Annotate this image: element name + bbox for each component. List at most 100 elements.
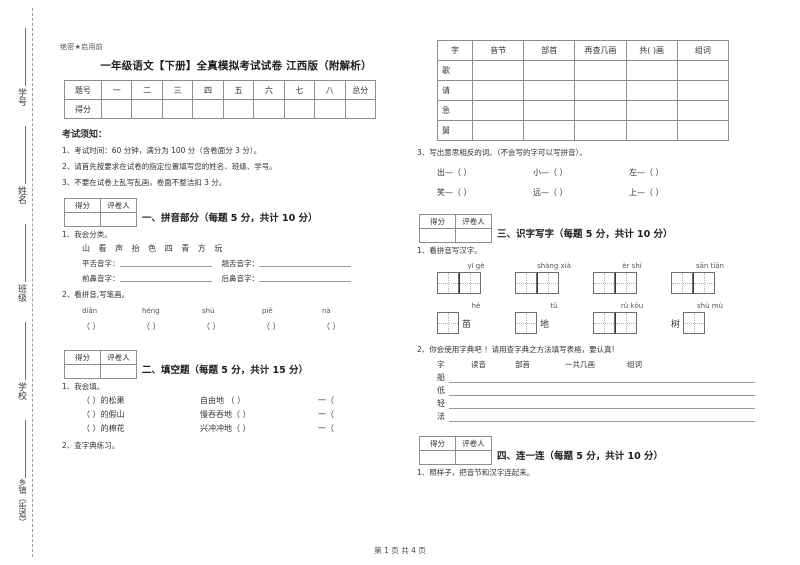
defen-input[interactable] <box>64 364 101 379</box>
antonym-shang[interactable]: 上—（ ） <box>629 187 725 198</box>
lookup-cell[interactable] <box>523 60 576 81</box>
table-row: 急 <box>437 100 730 121</box>
lookup-cell[interactable] <box>523 80 576 101</box>
s3-r1-grid-2[interactable] <box>515 272 593 296</box>
s2-q1-r3-right[interactable]: 一（ <box>318 423 358 434</box>
s2-q1-r2-mid[interactable]: 慢吞吞地（ ） <box>200 409 318 420</box>
lookup-cell[interactable] <box>574 80 627 101</box>
dict-char-fa: 法 <box>437 412 445 421</box>
defen-input[interactable] <box>419 228 456 243</box>
s3-r1-grid-4[interactable] <box>671 272 749 296</box>
left-column: 绝密★启用前 一年级语文【下册】全真模拟考试试卷 江西版（附解析） 题号 一 二… <box>60 0 400 454</box>
tianzige[interactable] <box>683 312 706 334</box>
s1-q2-answer-4[interactable]: （ ） <box>262 321 322 332</box>
s3-r2-grid-4[interactable]: 树 <box>671 312 749 336</box>
pingjuanren-input[interactable] <box>455 228 492 243</box>
lookup-col-yinjie: 音节 <box>471 40 525 61</box>
lookup-cell[interactable] <box>676 120 730 141</box>
s2-q1-r1-right[interactable]: 一（ <box>318 395 358 406</box>
tianzige[interactable] <box>437 272 481 294</box>
pingjuanren-input[interactable] <box>455 450 492 465</box>
tianzige[interactable] <box>671 272 715 294</box>
lookup-cell[interactable] <box>676 60 730 81</box>
s1-q2-prompt: 2、看拼音,写笔画。 <box>62 290 130 299</box>
tianzige[interactable] <box>593 272 637 294</box>
s2-q1-r2-right[interactable]: 一（ <box>318 409 358 420</box>
lookup-cell[interactable] <box>676 80 730 101</box>
lookup-cell[interactable] <box>625 120 678 141</box>
pingjuanren-input[interactable] <box>100 212 137 227</box>
s2-q1-r1-mid[interactable]: 自由地 （ ） <box>200 395 318 406</box>
lookup-cell[interactable] <box>625 60 678 81</box>
dict-answer-line[interactable] <box>449 398 755 409</box>
score-cell[interactable] <box>344 99 376 119</box>
table-row: 歌 <box>437 60 730 81</box>
s1-q1-answer-qianbi[interactable] <box>119 273 212 282</box>
s3-r1-pinyin-2: shàng xià <box>537 262 571 270</box>
table-row <box>419 228 492 243</box>
defen-input[interactable] <box>419 450 456 465</box>
s3-r1-grid-3[interactable] <box>593 272 671 296</box>
dict-col-duyin: 读音 <box>471 360 486 369</box>
antonym-xiao[interactable]: 小—（ ） <box>533 167 629 178</box>
antonym-xiao-laugh[interactable]: 笑—（ ） <box>437 187 533 198</box>
s1-q2-answer-2[interactable]: （ ） <box>142 321 202 332</box>
s3-r2-grid-3[interactable] <box>593 312 671 336</box>
s1-q1-answer-houbi[interactable] <box>259 273 351 282</box>
score-col-8: 八 <box>314 80 346 100</box>
s3-r2-grid-1[interactable]: 苗 <box>437 312 515 336</box>
defen-input[interactable] <box>64 212 101 227</box>
lookup-cell[interactable] <box>523 120 576 141</box>
pingjuanren-input[interactable] <box>100 364 137 379</box>
lookup-cell[interactable] <box>676 100 730 121</box>
lookup-cell[interactable] <box>574 60 627 81</box>
s3-r2-grid-2[interactable]: 地 <box>515 312 593 336</box>
antonym-chu[interactable]: 出—（ ） <box>437 167 533 178</box>
dict-answer-line[interactable] <box>449 385 755 396</box>
score-row-label-points: 得分 <box>64 99 102 119</box>
score-cell[interactable] <box>100 99 133 119</box>
s4-q1-prompt: 1、照样子，把音节和汉字连起来。 <box>417 468 535 477</box>
s1-q1-label-qiaoshe: 翘舌音字： <box>221 259 260 268</box>
tianzige[interactable] <box>593 312 637 334</box>
s1-q2-answer-1[interactable]: （ ） <box>82 321 142 332</box>
s1-q2-answer-5[interactable]: （ ） <box>322 321 382 332</box>
dict-answer-line[interactable] <box>449 372 755 383</box>
score-cell[interactable] <box>161 99 194 119</box>
lookup-cell[interactable] <box>471 120 525 141</box>
antonym-zuo[interactable]: 左—（ ） <box>629 167 725 178</box>
s2-q1-r2-left[interactable]: （ ）的假山 <box>82 409 200 420</box>
s1-q1-answer-pingshe[interactable] <box>119 258 212 267</box>
lookup-char-2: 请 <box>437 80 473 101</box>
tianzige[interactable] <box>515 272 559 294</box>
dict-char-di: 低 <box>437 386 445 395</box>
s1-q1-answer-qiaoshe[interactable] <box>259 258 351 267</box>
lookup-cell[interactable] <box>471 60 525 81</box>
lookup-cell[interactable] <box>471 100 525 121</box>
score-cell[interactable] <box>314 99 346 119</box>
score-cell[interactable] <box>192 99 224 119</box>
dict-answer-row-3: 轻 <box>437 398 755 409</box>
s1-q2-answer-3[interactable]: （ ） <box>202 321 262 332</box>
score-cell[interactable] <box>253 99 285 119</box>
antonym-yuan[interactable]: 远—（ ） <box>533 187 629 198</box>
lookup-col-bushou: 部首 <box>523 40 576 61</box>
lookup-cell[interactable] <box>574 120 627 141</box>
s2-q1-r3-mid[interactable]: 兴冲冲地（ ） <box>200 423 318 434</box>
lookup-cell[interactable] <box>471 80 525 101</box>
notice-item-1: 1、考试时间：60 分钟，满分为 100 分（含卷面分 3 分）。 <box>62 146 262 155</box>
lookup-cell[interactable] <box>625 80 678 101</box>
score-cell[interactable] <box>283 99 316 119</box>
lookup-cell[interactable] <box>625 100 678 121</box>
s2-q1-r3-left[interactable]: （ ）的棉花 <box>82 423 200 434</box>
dict-answer-line[interactable] <box>449 411 755 422</box>
s3-r2-suffix-di: 地 <box>540 319 550 330</box>
s2-q1-r1-left[interactable]: （ ）的松果 <box>82 395 200 406</box>
lookup-cell[interactable] <box>574 100 627 121</box>
score-cell[interactable] <box>222 99 255 119</box>
tianzige[interactable] <box>515 312 537 334</box>
tianzige[interactable] <box>437 312 459 334</box>
score-cell[interactable] <box>131 99 163 119</box>
lookup-cell[interactable] <box>523 100 576 121</box>
s3-r1-grid-1[interactable] <box>437 272 515 296</box>
